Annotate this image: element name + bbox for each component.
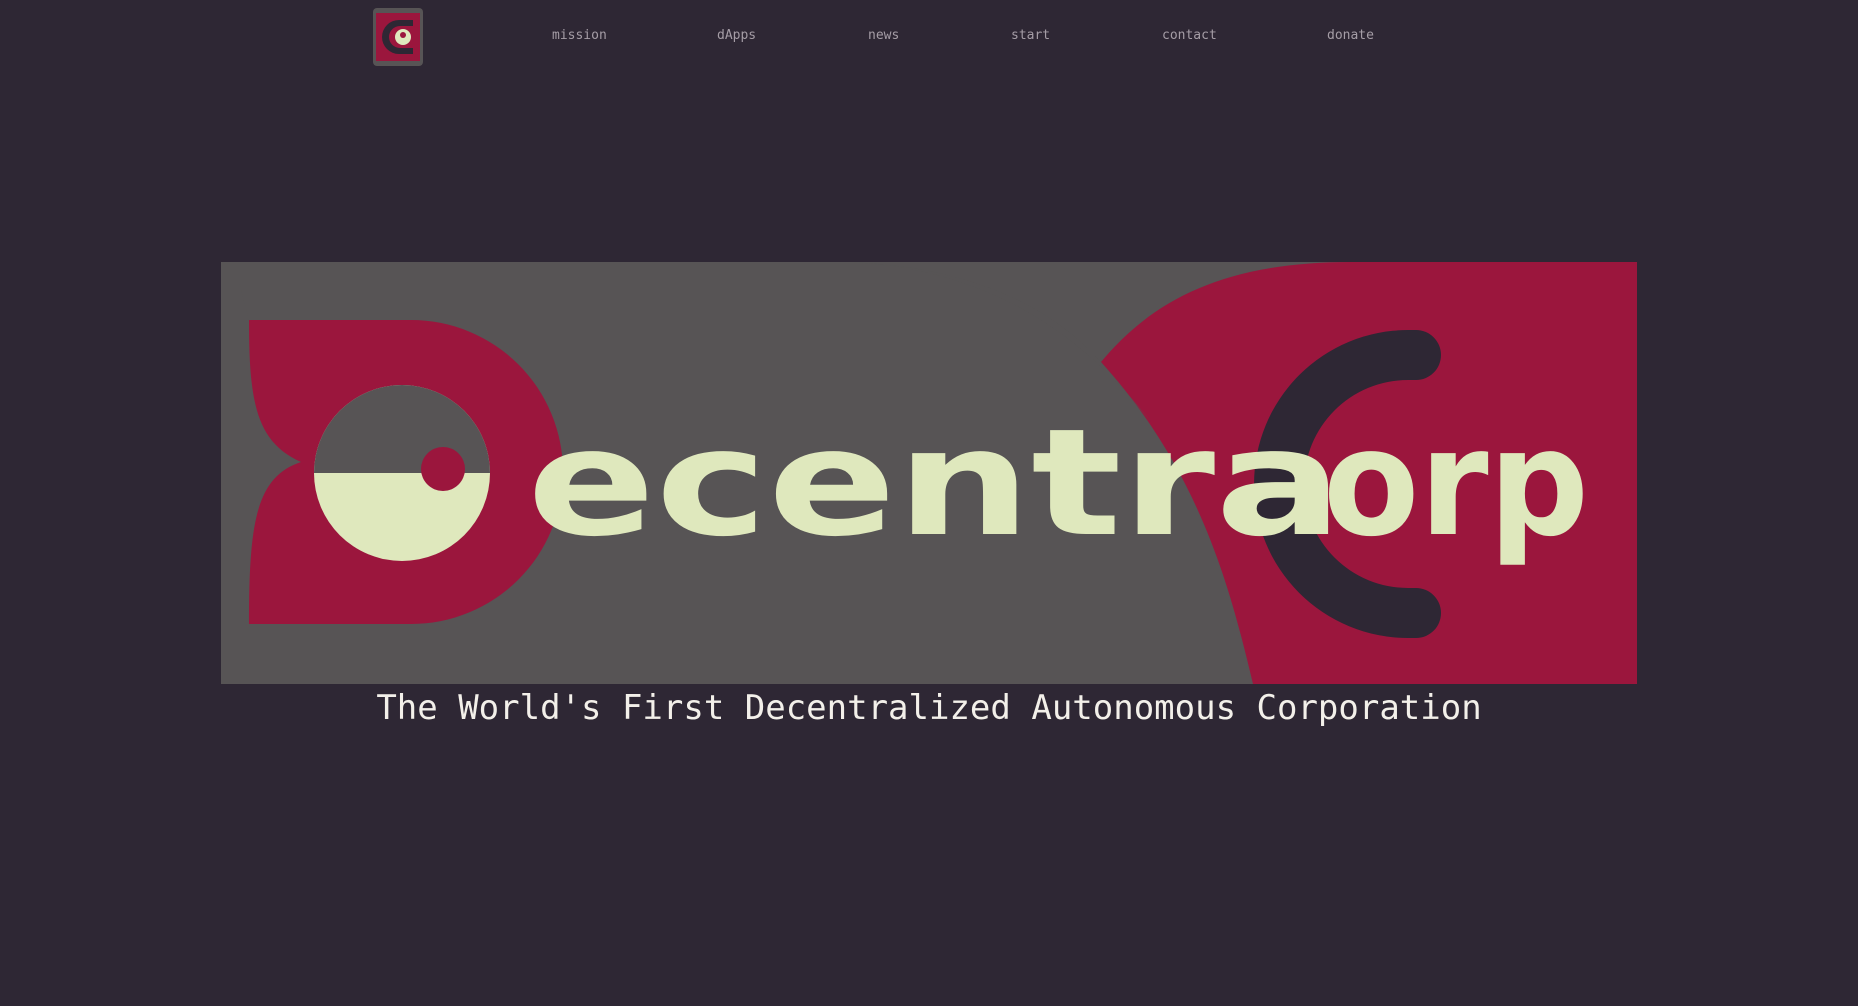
nav-link-start[interactable]: start — [1011, 28, 1050, 43]
logo-text-orp: orp — [1323, 397, 1589, 569]
nav-link-mission[interactable]: mission — [552, 28, 607, 43]
decentracorp-wordmark-logo: ecentra orp — [221, 262, 1637, 684]
nav-link-contact[interactable]: contact — [1162, 28, 1217, 43]
logo-text-ecentra: ecentra — [527, 397, 1343, 569]
decentracorp-logo-icon — [373, 8, 423, 66]
hero-banner: ecentra orp — [221, 262, 1637, 684]
home-logo-link[interactable] — [373, 8, 423, 66]
nav-link-dapps[interactable]: dApps — [717, 28, 756, 43]
page: mission dApps news start contact donate … — [0, 0, 1858, 1006]
top-nav: mission dApps news start contact donate — [0, 0, 1858, 76]
nav-link-donate[interactable]: donate — [1327, 28, 1374, 43]
hero-tagline: The World's First Decentralized Autonomo… — [376, 688, 1482, 728]
nav-link-news[interactable]: news — [868, 28, 899, 43]
